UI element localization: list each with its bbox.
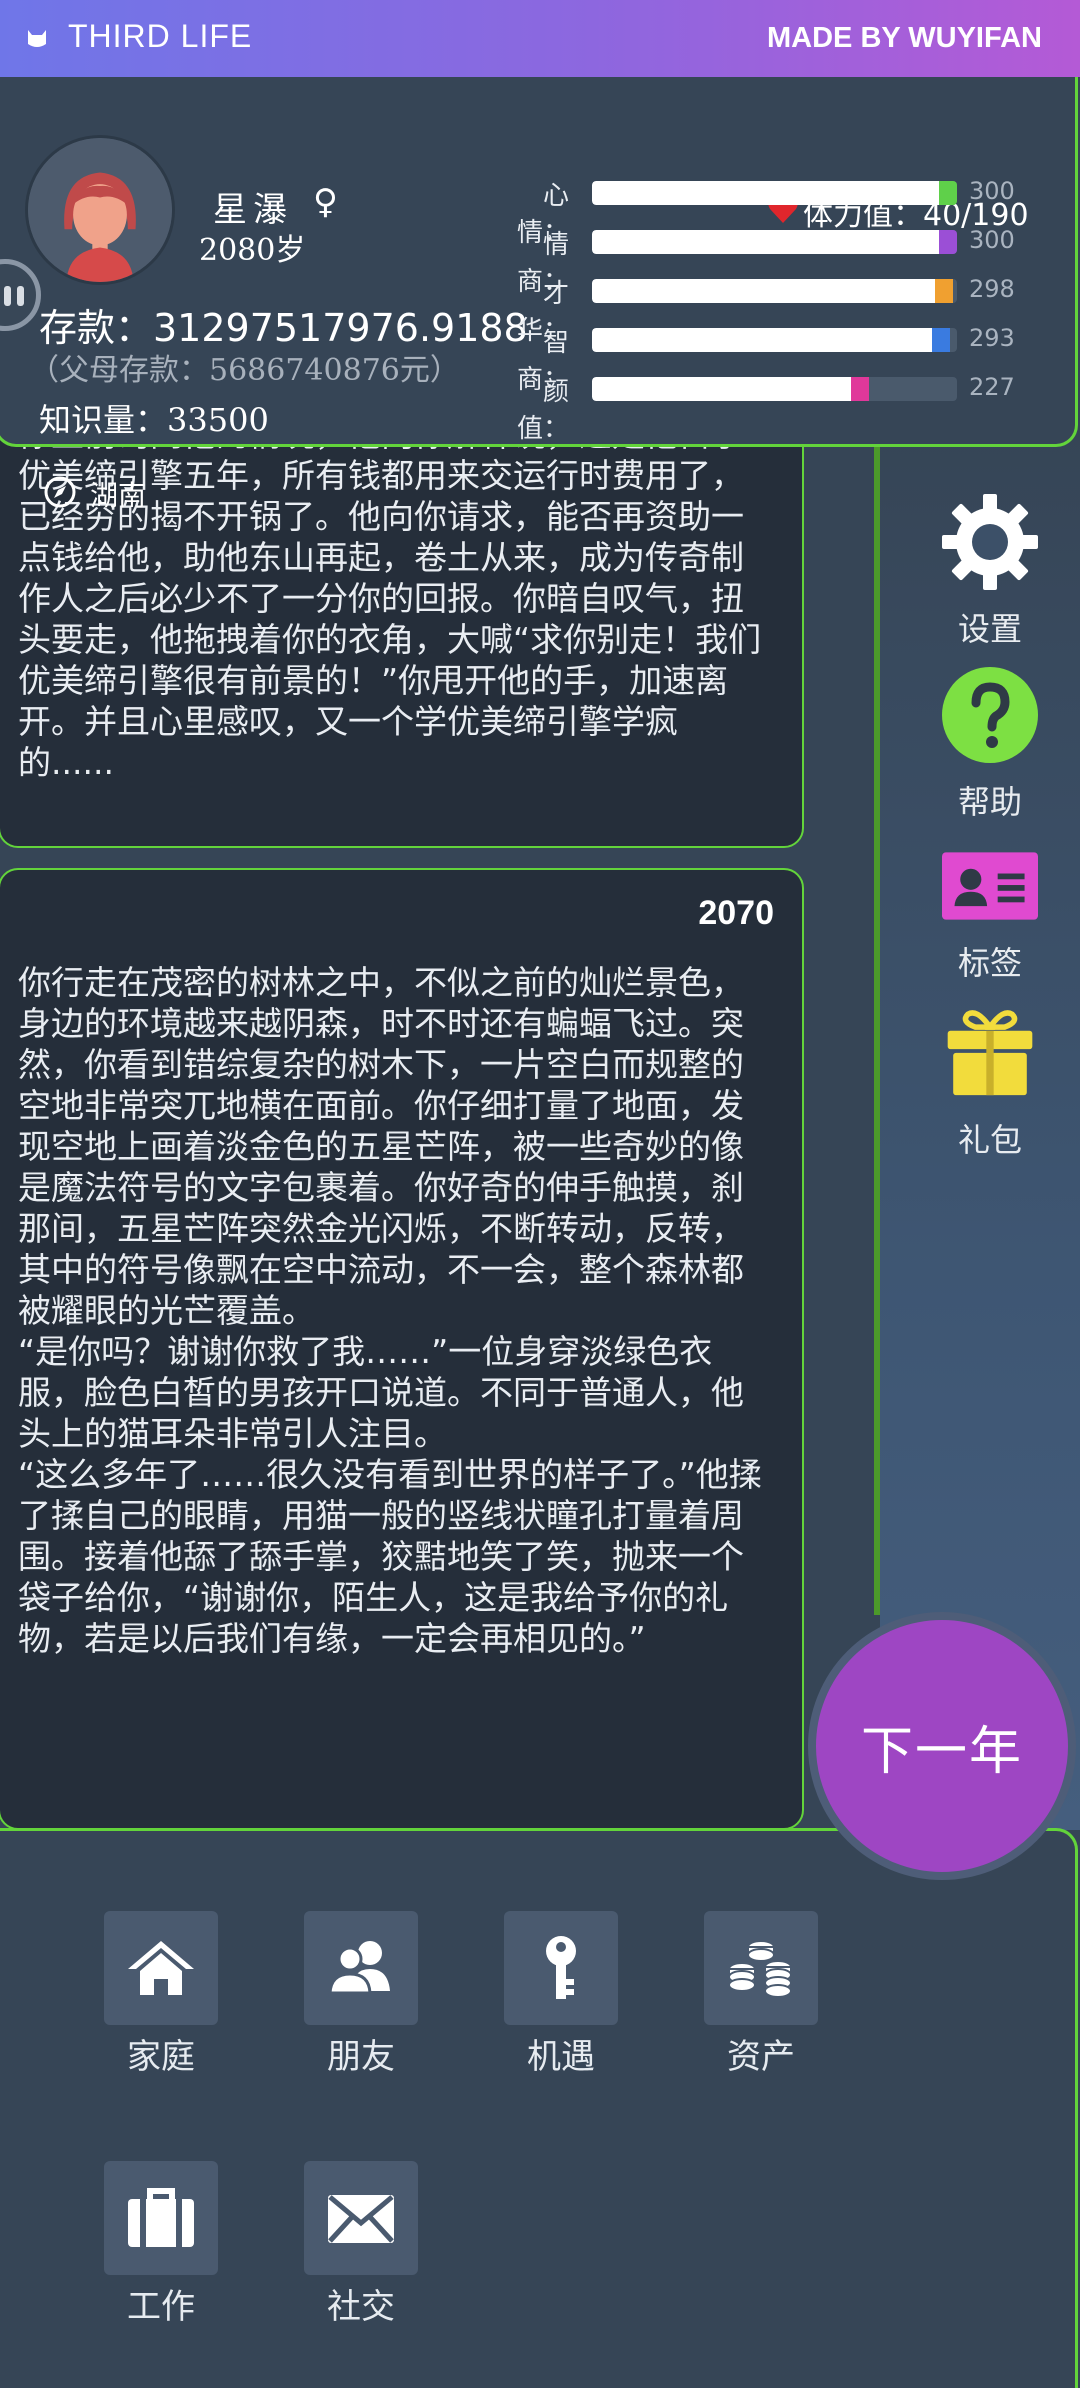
side-drawer-toggle[interactable]: [0, 259, 41, 331]
attribute-fill: [592, 181, 939, 205]
bottom-menu-panel: 家庭 朋友 机遇 资产 工作 社交: [0, 1828, 1078, 2388]
envelope-icon: [328, 2195, 394, 2243]
settings-button[interactable]: 设置: [925, 492, 1055, 652]
location-text: 湖南: [90, 479, 147, 512]
next-year-button[interactable]: 下一年: [808, 1612, 1076, 1880]
opportunity-label: 机遇: [527, 2037, 595, 2077]
event-text: 你行走在茂密的树林之中，不似之前的灿烂景色，身边的环境越来越阴森，时不时还有蝙蝠…: [18, 963, 762, 1658]
compass-icon: [44, 476, 76, 508]
attribute-fill: [592, 279, 935, 303]
attribute-fill: [592, 230, 939, 254]
pause-icon: [4, 286, 24, 306]
gift-button[interactable]: 礼包: [925, 1005, 1055, 1165]
attribute-bar: [592, 181, 957, 205]
key-icon: [546, 1936, 576, 1999]
tags-button[interactable]: 标签: [925, 850, 1055, 990]
attribute-eq: 情商： 300: [497, 224, 1037, 297]
credit-text: MADE BY WUYIFAN: [767, 22, 1042, 54]
cat-logo-icon: [28, 30, 46, 47]
assets-button[interactable]: [704, 1911, 818, 2025]
attribute-mood: 心情： 300: [497, 175, 1037, 248]
attribute-label: 颜值：: [516, 377, 569, 444]
attribute-iq: 智商： 293: [497, 322, 1037, 395]
attribute-value: 227: [969, 373, 1015, 401]
users-icon: [328, 1941, 390, 1995]
social-label: 社交: [327, 2287, 395, 2327]
avatar[interactable]: [25, 135, 175, 285]
id-card-icon: [942, 852, 1038, 920]
coins-icon: [728, 1940, 792, 1998]
app-title: THIRD LIFE: [68, 18, 253, 54]
opportunity-button[interactable]: [504, 1911, 618, 2025]
attribute-looks: 颜值： 227: [497, 371, 1037, 444]
character-age: 2080岁: [199, 233, 306, 268]
female-gender-icon: ♀: [313, 182, 338, 222]
family-button[interactable]: [104, 1911, 218, 2025]
event-card: 2070 你行走在茂密的树林之中，不似之前的灿烂景色，身边的环境越来越阴森，时不…: [0, 868, 804, 1830]
attribute-cap: [851, 377, 869, 401]
attribute-talent: 才华： 298: [497, 273, 1037, 346]
help-question-icon: [942, 667, 1038, 763]
gift-icon: [947, 1010, 1033, 1096]
attribute-bar: [592, 377, 957, 401]
attribute-cap: [939, 230, 957, 254]
attribute-fill: [592, 377, 851, 401]
friends-button[interactable]: [304, 1911, 418, 2025]
attribute-bar: [592, 328, 957, 352]
settings-label: 设置: [957, 610, 1022, 648]
work-button[interactable]: [104, 2161, 218, 2275]
work-label: 工作: [127, 2287, 195, 2327]
attribute-value: 298: [969, 275, 1015, 303]
event-year: 2070: [698, 894, 774, 932]
attribute-bar: [592, 279, 957, 303]
social-button[interactable]: [304, 2161, 418, 2275]
briefcase-icon: [128, 2188, 194, 2247]
gear-icon: [942, 494, 1038, 590]
assets-label: 资产: [727, 2037, 795, 2077]
character-name: 星瀑: [213, 190, 293, 230]
column-divider: [874, 430, 880, 1615]
top-bar: THIRD LIFE MADE BY WUYIFAN: [0, 0, 1080, 77]
attribute-bar: [592, 230, 957, 254]
friends-label: 朋友: [327, 2037, 395, 2077]
gift-label: 礼包: [957, 1121, 1022, 1159]
girl-avatar-icon: [28, 138, 172, 282]
attribute-value: 300: [969, 226, 1015, 254]
attribute-cap: [939, 181, 957, 205]
tags-label: 标签: [957, 944, 1022, 982]
parent-deposit: （父母存款：5686740876元）: [29, 353, 460, 388]
stats-panel: 星瀑 ♀ 2080岁 体力值：40/190 存款：31297517976.918…: [0, 77, 1078, 512]
help-button[interactable]: 帮助: [925, 665, 1055, 825]
deposit-amount: 存款：31297517976.9188: [39, 306, 528, 350]
attribute-cap: [935, 279, 953, 303]
home-icon: [128, 1941, 194, 1995]
attribute-value: 300: [969, 177, 1015, 205]
attribute-value: 293: [969, 324, 1015, 352]
attribute-cap: [932, 328, 950, 352]
attribute-fill: [592, 328, 932, 352]
knowledge-amount: 知识量：33500: [39, 401, 269, 439]
help-label: 帮助: [957, 783, 1022, 821]
family-label: 家庭: [127, 2037, 195, 2077]
